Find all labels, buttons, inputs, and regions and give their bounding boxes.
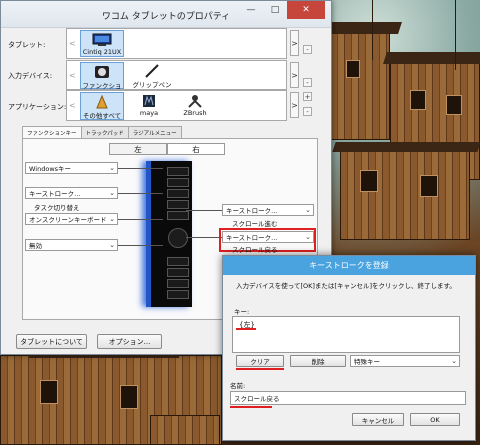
express-key [167, 279, 189, 288]
tablet-tile-cintiq[interactable]: Cintiq 21UX [80, 30, 124, 57]
app-name: その他すべて [82, 112, 122, 120]
app-tile-zbrush[interactable]: ZBrush [175, 92, 215, 120]
express-key [167, 268, 189, 277]
right-key2-select[interactable]: キーストローク... ⌄ [222, 231, 314, 243]
name-label: 名前: [230, 382, 246, 390]
about-tablet-button[interactable]: タブレットについて [16, 334, 87, 349]
zbrush-icon [188, 95, 202, 108]
leader-line [118, 245, 163, 246]
apps-icon [96, 95, 108, 109]
express-key [167, 211, 189, 220]
delete-button[interactable]: 削除 [290, 355, 346, 367]
monitor-icon [92, 33, 112, 46]
right-key2-description: スクロール戻る [232, 246, 278, 254]
device-tile-function[interactable]: ファンクション [80, 62, 124, 100]
device-name: グリップペン [132, 81, 172, 89]
tab-trackpad[interactable]: トラックパッド [80, 126, 129, 138]
chevron-down-icon: ⌄ [109, 189, 115, 197]
left-key2-select[interactable]: キーストローク... ⌄ [25, 187, 118, 199]
select-value: Windowsキー [29, 165, 72, 173]
minimize-button[interactable]: — [239, 1, 263, 19]
leader-line [118, 168, 163, 169]
options-button[interactable]: オプション... [97, 334, 162, 349]
tablet-graphic [146, 161, 192, 307]
express-key [167, 189, 189, 198]
select-value: キーストローク... [226, 234, 278, 242]
select-value: 無効 [29, 242, 42, 250]
device-strip: < ファンクション グリップペン [66, 60, 287, 100]
select-value: キーストローク... [29, 190, 81, 198]
app-add-button[interactable]: + [303, 92, 312, 101]
maximize-button[interactable]: □ [263, 1, 287, 19]
select-value: オンスクリーンキーボード [29, 216, 107, 224]
left-key1-select[interactable]: Windowsキー ⌄ [25, 162, 118, 174]
express-key [167, 178, 189, 187]
pen-icon [145, 64, 159, 78]
application-strip: < その他すべて maya ZBrush [66, 90, 287, 121]
special-key-select[interactable]: 特殊キー ⌄ [350, 355, 460, 367]
close-button[interactable]: ✕ [287, 1, 325, 19]
scroll-left-icon[interactable]: < [69, 61, 77, 89]
express-key [167, 200, 189, 209]
input-device-label: 入力デバイス: [8, 72, 53, 80]
application-label: アプリケーション: [8, 103, 67, 111]
expresskey-icon [95, 66, 109, 78]
name-value: スクロール戻る [234, 395, 280, 403]
ok-button[interactable]: OK [410, 413, 460, 426]
underline-mark [236, 328, 256, 330]
app-name: ZBrush [183, 109, 207, 117]
chevron-down-icon: ⌄ [451, 357, 457, 365]
touch-ring [168, 228, 188, 248]
leader-line [186, 237, 222, 238]
underline-mark [236, 368, 284, 370]
app-remove-button[interactable]: - [303, 107, 312, 116]
chevron-down-icon: ⌄ [305, 206, 311, 214]
dialog-title: キーストロークを登録 [223, 256, 475, 275]
tablet-name: Cintiq 21UX [82, 48, 122, 56]
scroll-left-icon[interactable]: < [69, 29, 77, 58]
leader-line [118, 193, 163, 194]
tablet-label: タブレット: [8, 41, 46, 49]
underline-mark [230, 406, 272, 408]
tablet-remove-button[interactable]: - [303, 45, 312, 54]
right-side-button[interactable]: 右 [167, 143, 225, 155]
device-next-button[interactable]: > [290, 62, 299, 88]
tablet-strip: < Cintiq 21UX [66, 28, 287, 59]
left-key4-select[interactable]: 無効 ⌄ [25, 239, 118, 251]
chevron-down-icon: ⌄ [305, 233, 311, 241]
left-side-button[interactable]: 左 [109, 143, 167, 155]
dialog-instruction: 入力デバイスを使って[OK]または[キャンセル]をクリックし、終了します。 [236, 282, 456, 290]
title-bar: ワコム タブレットのプロパティ — □ ✕ [1, 1, 331, 28]
tablet-next-button[interactable]: > [290, 30, 299, 56]
leader-line [186, 210, 222, 211]
app-next-button[interactable]: > [290, 92, 299, 118]
clear-button[interactable]: クリア [236, 355, 284, 367]
select-value: 特殊キー [354, 358, 380, 366]
maya-icon [143, 95, 155, 107]
express-key [167, 257, 189, 266]
tab-radial-menu[interactable]: ラジアルメニュー [127, 126, 182, 138]
leader-line [118, 219, 163, 220]
chevron-down-icon: ⌄ [109, 164, 115, 172]
chevron-down-icon: ⌄ [109, 241, 115, 249]
key-label: キー: [234, 308, 250, 316]
cancel-button[interactable]: キャンセル [352, 413, 404, 426]
app-tile-maya[interactable]: maya [129, 92, 169, 120]
device-remove-button[interactable]: - [303, 78, 312, 87]
chevron-down-icon: ⌄ [109, 215, 115, 223]
left-key2-description: タスク切り替え [34, 204, 80, 212]
left-key3-select[interactable]: オンスクリーンキーボード ⌄ [25, 213, 118, 225]
select-value: キーストローク... [226, 207, 278, 215]
app-tile-all-others[interactable]: その他すべて [80, 92, 124, 120]
device-tile-pen[interactable]: グリップペン [129, 62, 175, 89]
name-input[interactable]: スクロール戻る [230, 391, 466, 405]
express-key [167, 290, 189, 299]
right-key1-description: スクロール進む [232, 220, 278, 228]
scroll-left-icon[interactable]: < [69, 91, 77, 120]
keystroke-field[interactable]: {左} [232, 316, 460, 353]
express-key [167, 167, 189, 176]
app-name: maya [139, 109, 159, 117]
right-key1-select[interactable]: キーストローク... ⌄ [222, 204, 314, 216]
